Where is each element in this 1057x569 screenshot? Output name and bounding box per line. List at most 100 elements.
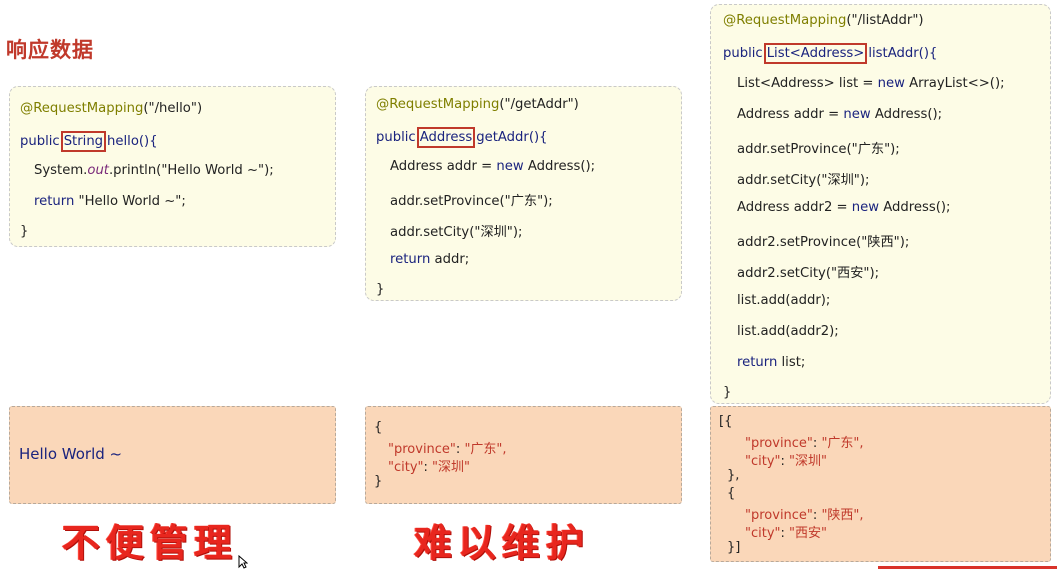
- new-keyword: new: [496, 159, 524, 174]
- response-text: Hello World ~: [19, 445, 123, 463]
- annotation: @RequestMapping: [20, 101, 144, 116]
- json-value: "深圳": [789, 454, 827, 469]
- json-brace: [{: [719, 414, 733, 429]
- json-value: "陕西",: [821, 508, 864, 523]
- public-keyword: public: [723, 46, 763, 61]
- return-keyword: return: [737, 355, 778, 370]
- return-keyword: return: [390, 252, 431, 267]
- code-line: addr.setProvince("广东");: [390, 194, 553, 209]
- return-line: return "Hello World ~";: [34, 194, 186, 209]
- page-title: 响应数据: [6, 38, 94, 62]
- mapping-path: ("/getAddr"): [499, 97, 579, 112]
- code-line: Address addr2 = new Address();: [737, 200, 951, 215]
- return-value: "Hello World ~";: [78, 194, 186, 209]
- json-colon: :: [423, 460, 433, 475]
- return-type-highlight: Address: [416, 127, 476, 148]
- json-entry: "province": "广东",: [388, 438, 507, 457]
- return-type-highlight: String: [60, 131, 107, 152]
- method-signature: public Address getAddr(){: [376, 127, 548, 148]
- code-text: Address addr =: [390, 159, 497, 174]
- public-keyword: public: [20, 134, 60, 149]
- return-keyword: return: [34, 194, 75, 209]
- return-line: return addr;: [390, 252, 469, 267]
- json-key: "province": [745, 436, 813, 451]
- println-line: System.out.println("Hello World ~");: [34, 163, 274, 178]
- annotation-line: @RequestMapping("/listAddr"): [723, 13, 924, 28]
- json-value: "西安": [789, 526, 827, 541]
- json-brace: }]: [727, 540, 741, 555]
- note-hard-to-manage: 不便管理: [62, 520, 239, 565]
- getaddr-code-box: @RequestMapping("/getAddr") public Addres…: [365, 86, 682, 301]
- note-hard-to-maintain: 难以维护: [414, 520, 591, 565]
- annotation: @RequestMapping: [723, 13, 847, 28]
- code-field: out: [87, 163, 109, 178]
- return-type: String: [63, 134, 104, 149]
- mapping-path: ("/listAddr"): [846, 13, 924, 28]
- closing-brace: }: [376, 282, 385, 297]
- json-key: "province": [745, 508, 813, 523]
- json-value: "广东",: [464, 442, 507, 457]
- return-line: return list;: [737, 355, 805, 370]
- annotation-line: @RequestMapping("/hello"): [20, 101, 202, 116]
- code-line: addr2.setCity("西安");: [737, 266, 880, 281]
- new-keyword: new: [877, 76, 905, 91]
- json-value: "广东",: [821, 436, 864, 451]
- json-key: "city": [745, 454, 781, 469]
- closing-brace: }: [723, 385, 732, 400]
- new-keyword: new: [851, 200, 880, 215]
- json-brace: {: [727, 486, 736, 501]
- code-text: System.: [34, 163, 88, 178]
- json-key: "city": [745, 526, 781, 541]
- listaddr-code-box: @RequestMapping("/listAddr") public List<…: [710, 4, 1051, 404]
- code-line: Address addr = new Address();: [390, 159, 595, 174]
- return-value: list;: [777, 355, 806, 370]
- code-line: list.add(addr);: [737, 293, 831, 308]
- json-value: "深圳": [432, 460, 470, 475]
- code-line: list.add(addr2);: [737, 324, 839, 339]
- method-signature: public List<Address> listAddr(){: [723, 43, 937, 64]
- json-key: "city": [388, 460, 424, 475]
- json-entry: "city": "西安": [745, 522, 827, 541]
- json-colon: :: [780, 526, 790, 541]
- hello-response-box: Hello World ~: [9, 406, 336, 504]
- method-signature: public String hello(){: [20, 131, 158, 152]
- return-type: Address: [419, 130, 473, 145]
- method-name: listAddr(){: [868, 46, 938, 61]
- json-entry: "city": "深圳": [388, 456, 470, 475]
- code-text: ArrayList<>();: [904, 76, 1005, 91]
- public-keyword: public: [376, 130, 416, 145]
- code-text: Address addr =: [737, 107, 844, 122]
- new-keyword: new: [843, 107, 871, 122]
- code-text: .println("Hello World ~");: [108, 163, 274, 178]
- code-text: Address();: [879, 200, 951, 215]
- json-key: "province": [388, 442, 456, 457]
- listaddr-response-box: [{ "province": "广东", "city": "深圳" }, { "…: [710, 406, 1051, 562]
- code-text: Address addr2 =: [737, 200, 852, 215]
- method-name: hello(){: [107, 134, 158, 149]
- code-text: List<Address> list =: [737, 76, 878, 91]
- code-line: addr.setCity("深圳");: [737, 173, 870, 188]
- hello-code-box: @RequestMapping("/hello") public String he…: [9, 86, 336, 247]
- return-value: addr;: [430, 252, 470, 267]
- return-type: List<Address>: [766, 46, 865, 61]
- code-line: addr.setProvince("广东");: [737, 142, 900, 157]
- annotation: @RequestMapping: [376, 97, 500, 112]
- annotation-line: @RequestMapping("/getAddr"): [376, 97, 579, 112]
- json-entry: "province": "陕西",: [745, 504, 864, 523]
- getaddr-response-box: { "province": "广东", "city": "深圳" }: [365, 406, 682, 504]
- code-text: Address();: [523, 159, 596, 174]
- json-colon: :: [780, 454, 790, 469]
- code-line: Address addr = new Address();: [737, 107, 942, 122]
- json-brace: },: [727, 468, 740, 483]
- code-text: Address();: [870, 107, 943, 122]
- method-name: getAddr(){: [476, 130, 548, 145]
- code-line: addr.setCity("深圳");: [390, 225, 523, 240]
- closing-brace: }: [20, 224, 29, 239]
- mapping-path: ("/hello"): [143, 101, 203, 116]
- mouse-cursor-icon: [238, 555, 248, 569]
- json-entry: "province": "广东",: [745, 432, 864, 451]
- return-type-highlight: List<Address>: [763, 43, 868, 64]
- json-brace: {: [374, 420, 383, 435]
- code-line: addr2.setProvince("陕西");: [737, 235, 910, 250]
- code-line: List<Address> list = new ArrayList<>();: [737, 76, 1005, 91]
